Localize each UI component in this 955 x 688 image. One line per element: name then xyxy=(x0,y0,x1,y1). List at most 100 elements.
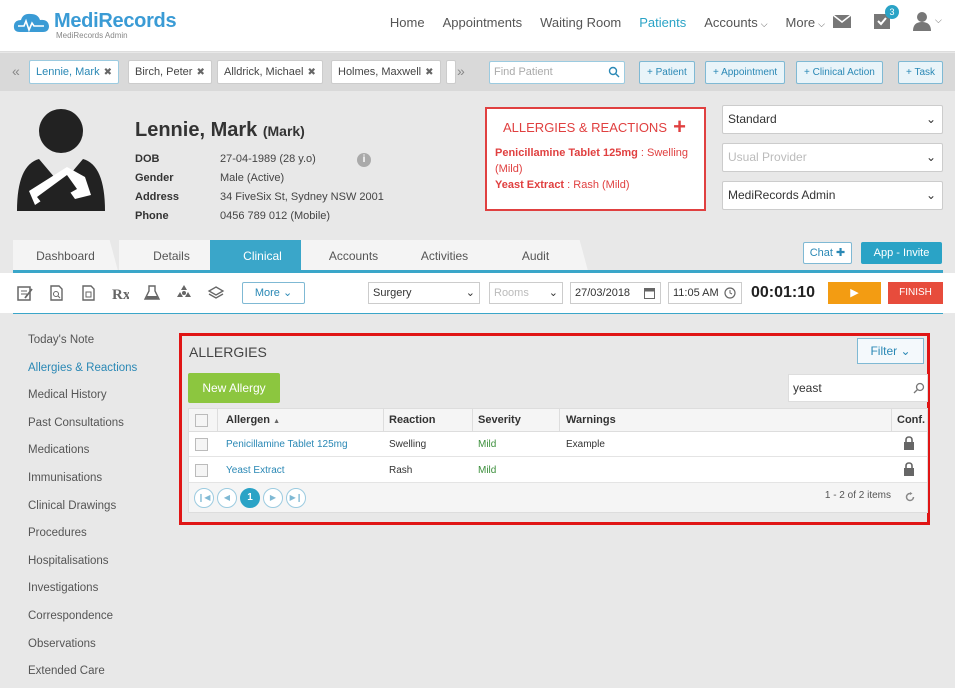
find-patient-input[interactable]: Find Patient xyxy=(489,61,625,84)
user-menu[interactable]: ⌵ xyxy=(911,10,943,32)
tab-activities[interactable]: Activities xyxy=(392,240,497,271)
location-select[interactable]: Surgery ⌄ xyxy=(368,282,480,304)
nav-waiting-room[interactable]: Waiting Room xyxy=(540,0,621,46)
row-checkbox[interactable] xyxy=(195,464,208,477)
add-allergy-icon[interactable]: + xyxy=(673,114,686,140)
add-clinical-action-button[interactable]: + Clinical Action xyxy=(796,61,883,84)
close-icon[interactable]: ✖ xyxy=(104,67,112,78)
row-allergen[interactable]: Yeast Extract xyxy=(226,458,285,483)
finish-button[interactable]: FINISH xyxy=(888,282,943,304)
col-warnings[interactable]: Warnings xyxy=(566,409,616,432)
nav-appointments[interactable]: Appointments xyxy=(443,0,523,46)
gender-label: Gender xyxy=(135,172,174,184)
tasks-button[interactable]: 3 xyxy=(871,5,899,32)
row-checkbox[interactable] xyxy=(195,438,208,451)
calendar-icon[interactable] xyxy=(644,287,655,299)
pathology-flask-icon[interactable] xyxy=(143,284,161,302)
logo-subtitle: MediRecords Admin xyxy=(56,31,128,40)
add-appointment-button[interactable]: + Appointment xyxy=(705,61,786,84)
col-reaction[interactable]: Reaction xyxy=(389,409,435,432)
open-patients-bar: « Lennie, Mark ✖ Birch, Peter ✖ Alldrick, … xyxy=(0,53,955,91)
notes-icon[interactable] xyxy=(16,284,34,302)
radiology-icon[interactable] xyxy=(175,284,193,302)
tab-audit[interactable]: Audit xyxy=(483,240,588,271)
nav-more[interactable]: More ⌵ xyxy=(786,0,825,46)
patient-tab[interactable]: Lennie, Mark ✖ xyxy=(29,60,119,84)
patient-tab[interactable]: Birch, Peter ✖ xyxy=(128,60,212,84)
last-page-icon[interactable]: ▶❙ xyxy=(286,488,306,508)
side-item-procedures[interactable]: Procedures xyxy=(28,527,137,555)
tab-details[interactable]: Details xyxy=(119,240,224,271)
add-patient-button[interactable]: + Patient xyxy=(639,61,695,84)
report-icon[interactable] xyxy=(80,284,98,302)
mail-icon[interactable] xyxy=(831,10,853,32)
column-divider xyxy=(559,409,560,432)
app-invite-button[interactable]: App - Invite xyxy=(861,242,942,264)
allergy-summary-item: Yeast Extract : Rash (Mild) xyxy=(495,179,630,191)
nav-patients[interactable]: Patients xyxy=(639,0,686,46)
side-item-observations[interactable]: Observations xyxy=(28,638,137,666)
refresh-icon[interactable] xyxy=(905,492,915,502)
time-input[interactable]: 11:05 AM xyxy=(668,282,742,304)
close-icon[interactable]: ✖ xyxy=(196,67,204,78)
usual-provider-select[interactable]: Usual Provider ⌄ xyxy=(722,143,943,172)
search-icon[interactable] xyxy=(608,66,620,78)
row-allergen[interactable]: Penicillamine Tablet 125mg xyxy=(226,432,348,457)
layers-icon[interactable] xyxy=(207,284,225,302)
nav-accounts[interactable]: Accounts ⌵ xyxy=(704,0,767,46)
play-button[interactable]: ▶ xyxy=(828,282,881,304)
logo[interactable]: MediRecords MediRecords Admin xyxy=(12,10,177,40)
side-item-investigations[interactable]: Investigations xyxy=(28,582,137,610)
rooms-select[interactable]: Rooms ⌄ xyxy=(489,282,563,304)
patient-tab[interactable]: Alldrick, Michael ✖ xyxy=(217,60,323,84)
side-item-extended-care[interactable]: Extended Care xyxy=(28,665,137,688)
side-item-clinical-drawings[interactable]: Clinical Drawings xyxy=(28,500,137,528)
prev-page-icon[interactable]: ◀ xyxy=(217,488,237,508)
allergy-search-input[interactable]: yeast xyxy=(788,374,928,402)
page-number[interactable]: 1 xyxy=(240,488,260,508)
scroll-left-icon[interactable]: « xyxy=(12,63,20,79)
lock-icon[interactable] xyxy=(903,436,915,450)
side-item-correspondence[interactable]: Correspondence xyxy=(28,610,137,638)
side-item-past-consultations[interactable]: Past Consultations xyxy=(28,417,137,445)
info-icon[interactable]: i xyxy=(357,153,371,167)
col-severity[interactable]: Severity xyxy=(478,409,521,432)
prescription-icon[interactable]: Rx xyxy=(111,284,129,302)
side-item-allergies[interactable]: Allergies & Reactions xyxy=(28,362,137,390)
tab-accounts[interactable]: Accounts xyxy=(301,240,406,271)
side-item-todays-note[interactable]: Today's Note xyxy=(28,334,137,362)
side-item-medical-history[interactable]: Medical History xyxy=(28,389,137,417)
side-item-medications[interactable]: Medications xyxy=(28,444,137,472)
document-search-icon[interactable] xyxy=(48,284,66,302)
plan-select[interactable]: Standard ⌄ xyxy=(722,105,943,134)
patient-tab-overflow[interactable] xyxy=(446,60,456,84)
chevron-down-icon: ⌄ xyxy=(900,344,911,358)
patient-tab[interactable]: Holmes, Maxwell ✖ xyxy=(331,60,441,84)
col-conf[interactable]: Conf. xyxy=(897,409,925,432)
new-allergy-button[interactable]: New Allergy xyxy=(188,373,280,403)
close-icon[interactable]: ✖ xyxy=(307,67,315,78)
table-row[interactable]: Penicillamine Tablet 125mg Swelling Mild… xyxy=(189,432,927,457)
table-row[interactable]: Yeast Extract Rash Mild xyxy=(189,458,927,483)
search-icon[interactable] xyxy=(913,382,925,394)
add-task-button[interactable]: + Task xyxy=(898,61,943,84)
tab-dashboard[interactable]: Dashboard xyxy=(13,240,118,271)
practice-select-value: MediRecords Admin xyxy=(728,188,836,202)
chat-button[interactable]: Chat ✚ xyxy=(803,242,852,264)
tab-clinical[interactable]: Clinical xyxy=(210,240,315,271)
col-allergen[interactable]: Allergen ▲ xyxy=(226,409,280,432)
clock-icon[interactable] xyxy=(724,287,736,299)
more-tools-button[interactable]: More ⌄ xyxy=(242,282,305,304)
filter-button[interactable]: Filter ⌄ xyxy=(857,338,924,364)
practice-select[interactable]: MediRecords Admin ⌄ xyxy=(722,181,943,210)
close-icon[interactable]: ✖ xyxy=(425,67,433,78)
side-item-hospitalisations[interactable]: Hospitalisations xyxy=(28,555,137,583)
select-all-checkbox[interactable] xyxy=(195,414,208,427)
lock-icon[interactable] xyxy=(903,462,915,476)
nav-home[interactable]: Home xyxy=(390,0,425,46)
first-page-icon[interactable]: ❙◀ xyxy=(194,488,214,508)
date-input[interactable]: 27/03/2018 xyxy=(570,282,661,304)
next-page-icon[interactable]: ▶ xyxy=(263,488,283,508)
scroll-right-icon[interactable]: » xyxy=(457,63,465,79)
side-item-immunisations[interactable]: Immunisations xyxy=(28,472,137,500)
